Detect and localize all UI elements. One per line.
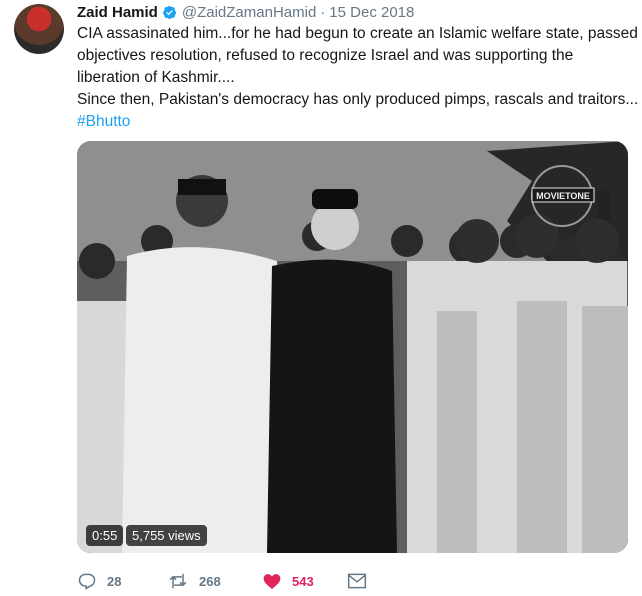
like-count: 543	[292, 573, 314, 589]
video-duration-badge: 0:55	[86, 525, 124, 546]
heart-icon	[263, 574, 281, 589]
retweet-button[interactable]: 268	[167, 571, 262, 591]
video-frame: MOVIETONE	[77, 141, 628, 553]
video-player[interactable]: MOVIETONE	[77, 141, 628, 553]
retweet-count: 268	[199, 573, 221, 589]
author-name[interactable]: Zaid Hamid	[77, 4, 158, 21]
reply-button[interactable]: 28	[77, 571, 167, 591]
tweet-date[interactable]: 15 Dec 2018	[329, 4, 414, 21]
header-separator: ·	[320, 3, 326, 21]
tweet-actions: 28 268 543	[77, 569, 377, 593]
reply-count: 28	[107, 573, 122, 589]
hashtag-link[interactable]: #Bhutto	[77, 111, 633, 133]
author-handle[interactable]: @ZaidZamanHamid	[182, 4, 316, 21]
retweet-icon	[169, 573, 187, 589]
svg-text:MOVIETONE: MOVIETONE	[536, 191, 590, 201]
tweet-text: CIA assasinated him...for he had begun t…	[77, 23, 639, 133]
tweet-header: Zaid Hamid @ZaidZamanHamid · 15 Dec 2018	[77, 2, 414, 22]
tweet-text-line: Since then, Pakistan's democracy has onl…	[77, 91, 639, 108]
verified-badge-icon	[162, 5, 177, 20]
tweet-text-line: liberation of Kashmir....	[77, 69, 235, 86]
tweet-text-line: CIA assasinated him...for he had begun t…	[77, 25, 638, 42]
envelope-icon	[347, 573, 367, 589]
reply-icon	[78, 573, 96, 590]
tweet-text-line: objectives resolution, refused to recogn…	[77, 47, 574, 64]
avatar[interactable]	[14, 4, 64, 54]
video-views-badge: 5,755 views	[126, 525, 207, 546]
direct-message-button[interactable]	[347, 572, 377, 590]
like-button[interactable]: 543	[262, 571, 347, 591]
